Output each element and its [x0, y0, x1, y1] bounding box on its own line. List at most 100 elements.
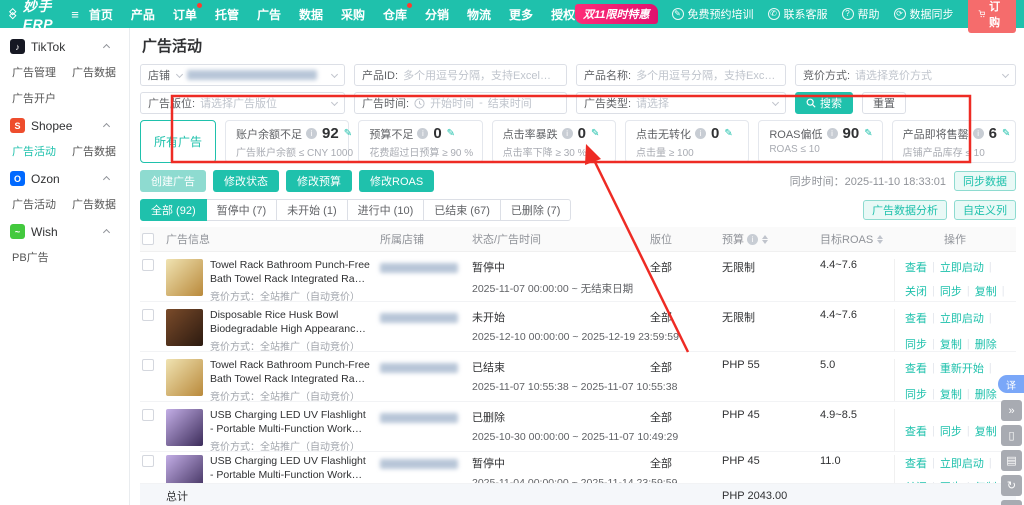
edit-pencil-icon[interactable]: ✎ — [724, 128, 732, 139]
op-link-同步[interactable]: 同步 — [905, 386, 927, 402]
product-title[interactable]: USB Charging LED UV Flashlight - Portabl… — [210, 409, 370, 436]
row-checkbox[interactable] — [142, 409, 154, 421]
sort-icon[interactable] — [877, 235, 883, 244]
summary-card-ROAS偏低[interactable]: ROAS偏低i90✎ROAS ≤ 10 — [758, 120, 882, 163]
header-roas[interactable]: 目标ROAS — [820, 231, 894, 247]
translate-button[interactable]: 译 — [998, 375, 1024, 393]
sidebar-item-广告数据[interactable]: 广告数据 — [72, 138, 124, 164]
mobile-icon[interactable]: ▯ — [1001, 425, 1022, 446]
collapse-icon[interactable]: » — [1001, 400, 1022, 421]
op-link-立即启动[interactable]: 立即启动 — [940, 259, 984, 275]
ad-type-select[interactable]: 广告类型: 请选择 — [576, 92, 786, 114]
op-link-查看[interactable]: 查看 — [905, 360, 927, 376]
nav-item-分销[interactable]: 分销 — [425, 6, 449, 23]
nav-item-产品[interactable]: 产品 — [131, 6, 155, 23]
status-tab-未开始 (1)[interactable]: 未开始 (1) — [276, 199, 348, 221]
product-title[interactable]: Towel Rack Bathroom Punch-Free Bath Towe… — [210, 259, 370, 286]
edit-pencil-icon[interactable]: ✎ — [864, 128, 872, 139]
sidebar-group-wish[interactable]: ~Wish — [0, 219, 129, 244]
nav-help-item[interactable]: ?帮助 — [842, 6, 880, 22]
product-id-input[interactable]: 产品ID: 多个用逗号分隔，支持Excel复制粘贴 — [354, 64, 567, 86]
sidebar-item-广告开户[interactable]: 广告开户 — [12, 85, 64, 111]
sidebar-item-广告数据[interactable]: 广告数据 — [72, 191, 124, 217]
order-button[interactable]: 订购 — [968, 0, 1017, 33]
op-link-复制[interactable]: 复制 — [975, 423, 997, 439]
nav-data-sync-item[interactable]: ⟳数据同步 — [894, 6, 954, 22]
nav-item-订单[interactable]: 订单 — [173, 6, 197, 23]
op-link-复制[interactable]: 复制 — [940, 336, 962, 352]
op-link-复制[interactable]: 复制 — [940, 386, 962, 402]
op-link-同步[interactable]: 同步 — [940, 423, 962, 439]
op-link-同步[interactable]: 同步 — [940, 283, 962, 299]
promo-badge[interactable]: 双11限时特惠 — [575, 4, 657, 24]
nav-item-物流[interactable]: 物流 — [467, 6, 491, 23]
nav-training-item[interactable]: ✎免费预约培训 — [672, 6, 754, 22]
row-checkbox[interactable] — [142, 259, 154, 271]
sort-icon[interactable] — [762, 235, 768, 244]
header-budget[interactable]: 预算 i — [720, 231, 820, 247]
bulk-button-修改预算[interactable]: 修改预算 — [286, 170, 352, 192]
sidebar-group-ozon[interactable]: OOzon — [0, 166, 129, 191]
op-link-复制[interactable]: 复制 — [975, 283, 997, 299]
summary-card-产品即将售罄[interactable]: 产品即将售罄i6✎店铺产品库存 ≤ 10 — [892, 120, 1016, 163]
nav-support-item[interactable]: ✆联系客服 — [768, 6, 828, 22]
sidebar-item-广告活动[interactable]: 广告活动 — [12, 191, 64, 217]
search-button[interactable]: 搜索 — [795, 92, 853, 114]
nav-item-托管[interactable]: 托管 — [215, 6, 239, 23]
status-tab-已结束 (67)[interactable]: 已结束 (67) — [423, 199, 501, 221]
op-link-关闭[interactable]: 关闭 — [905, 283, 927, 299]
op-link-立即启动[interactable]: 立即启动 — [940, 310, 984, 326]
all-ads-card[interactable]: 所有广告 — [140, 120, 216, 163]
sidebar-item-广告管理[interactable]: 广告管理 — [12, 59, 64, 85]
product-title[interactable]: Disposable Rice Husk Bowl Biodegradable … — [210, 309, 370, 336]
op-link-查看[interactable]: 查看 — [905, 310, 927, 326]
bulk-button-修改ROAS[interactable]: 修改ROAS — [359, 170, 434, 192]
status-tab-进行中 (10)[interactable]: 进行中 (10) — [347, 199, 425, 221]
nav-item-更多[interactable]: 更多 — [509, 6, 533, 23]
bid-method-select[interactable]: 竞价方式: 请选择竞价方式 — [795, 64, 1016, 86]
edit-pencil-icon[interactable]: ✎ — [591, 128, 599, 139]
product-name-input[interactable]: 产品名称: 多个用逗号分隔，支持Excel复制粘贴 — [576, 64, 786, 86]
edit-pencil-icon[interactable]: ✎ — [1002, 128, 1010, 139]
row-checkbox[interactable] — [142, 309, 154, 321]
nav-item-首页[interactable]: 首页 — [89, 6, 113, 23]
op-link-同步[interactable]: 同步 — [905, 336, 927, 352]
row-checkbox[interactable] — [142, 359, 154, 371]
shop-select[interactable]: 店铺 — [140, 64, 345, 86]
status-tab-暂停中 (7)[interactable]: 暂停中 (7) — [206, 199, 278, 221]
sidebar-item-PB广告[interactable]: PB广告 — [12, 244, 64, 270]
product-title[interactable]: USB Charging LED UV Flashlight - Portabl… — [210, 455, 370, 482]
ad-placement-select[interactable]: 广告版位: 请选择广告版位 — [140, 92, 345, 114]
brand[interactable]: 妙手ERP — [8, 0, 59, 32]
bulk-button-修改状态[interactable]: 修改状态 — [213, 170, 279, 192]
op-link-重新开始[interactable]: 重新开始 — [940, 360, 984, 376]
op-link-立即启动[interactable]: 立即启动 — [940, 455, 984, 471]
ad-time-range-picker[interactable]: 广告时间: 开始时间 - 结束时间 — [354, 92, 567, 114]
select-all-checkbox[interactable] — [142, 233, 154, 245]
nav-item-广告[interactable]: 广告 — [257, 6, 281, 23]
nav-item-仓库[interactable]: 仓库 — [383, 6, 407, 23]
tool-button-自定义列[interactable]: 自定义列 — [954, 200, 1016, 220]
edit-pencil-icon[interactable]: ✎ — [447, 128, 455, 139]
sync-data-button[interactable]: 同步数据 — [954, 171, 1016, 191]
refresh-icon[interactable]: ↻ — [1001, 475, 1022, 496]
panel-icon[interactable]: ▤ — [1001, 450, 1022, 471]
op-link-删除[interactable]: 删除 — [975, 336, 997, 352]
sidebar-group-shopee[interactable]: SShopee — [0, 113, 129, 138]
op-link-查看[interactable]: 查看 — [905, 259, 927, 275]
op-link-查看[interactable]: 查看 — [905, 455, 927, 471]
sidebar-item-广告活动[interactable]: 广告活动 — [12, 138, 64, 164]
nav-item-采购[interactable]: 采购 — [341, 6, 365, 23]
summary-card-预算不足[interactable]: 预算不足i0✎花费超过日预算 ≥ 90 % — [358, 120, 482, 163]
nav-item-数据[interactable]: 数据 — [299, 6, 323, 23]
edit-pencil-icon[interactable]: ✎ — [344, 128, 352, 139]
row-checkbox[interactable] — [142, 455, 154, 467]
op-link-删除[interactable]: 删除 — [975, 386, 997, 402]
create-ad-button[interactable]: 创建广告 — [140, 170, 206, 192]
product-title[interactable]: Towel Rack Bathroom Punch-Free Bath Towe… — [210, 359, 370, 386]
nav-item-授权[interactable]: 授权 — [551, 6, 575, 23]
sidebar-group-tiktok[interactable]: ♪TikTok — [0, 34, 129, 59]
summary-card-账户余额不足[interactable]: 账户余额不足i92✎广告账户余额 ≤ CNY 1000 — [225, 120, 349, 163]
tool-button-广告数据分析[interactable]: 广告数据分析 — [863, 200, 947, 220]
hamburger-menu-icon[interactable]: ≡ — [71, 7, 79, 22]
